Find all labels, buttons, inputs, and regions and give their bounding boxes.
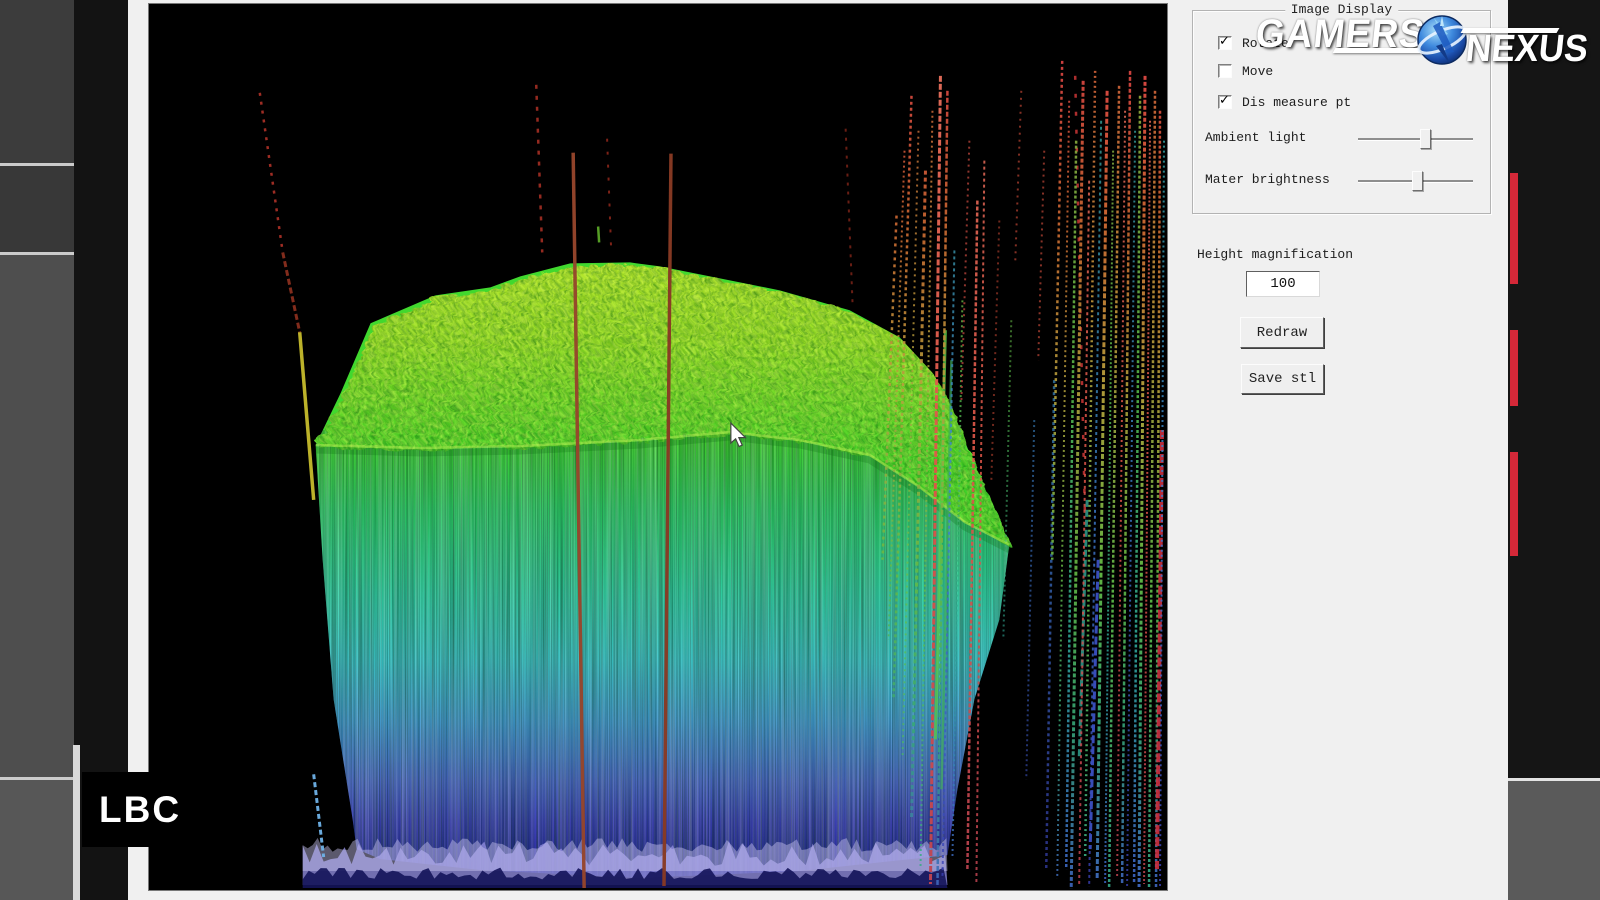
left-rail-segment (0, 166, 74, 252)
lbc-badge-text: LBC (99, 789, 181, 831)
slider-thumb[interactable] (1412, 171, 1423, 191)
viewport-3d[interactable] (148, 3, 1168, 891)
check-icon: ✓ (1219, 93, 1230, 108)
left-rail-segment (0, 780, 74, 900)
image-display-group-title: Image Display (1285, 2, 1398, 17)
left-rail-divider (0, 252, 74, 255)
dome-surface (296, 250, 1030, 889)
right-rail-red-accent (1510, 452, 1518, 556)
right-rail-red-accent (1510, 173, 1518, 284)
height-magnification-label: Height magnification (1197, 247, 1353, 262)
checkbox-label: Rotate (1242, 36, 1289, 51)
screen: Image Display ✓ Rotate Move ✓ Dis measure pt… (0, 0, 1600, 900)
height-magnification-input[interactable] (1246, 271, 1320, 297)
checkbox-box[interactable] (1218, 64, 1232, 78)
checkbox-box[interactable]: ✓ (1218, 36, 1232, 50)
right-rail (1508, 0, 1600, 900)
left-divider-line (73, 745, 80, 900)
slider-label: Mater brightness (1205, 172, 1330, 187)
surface-plot[interactable] (149, 4, 1167, 890)
redraw-button[interactable]: Redraw (1240, 317, 1324, 348)
slider-track-ambient-light[interactable] (1358, 138, 1473, 141)
checkbox-move[interactable]: Move (1218, 63, 1273, 79)
left-rail-divider (0, 777, 74, 780)
left-rail-segment (0, 255, 74, 777)
right-rail-red-accent (1510, 330, 1518, 406)
left-rail (0, 0, 74, 900)
check-icon: ✓ (1219, 34, 1230, 49)
left-rail-divider (0, 163, 74, 166)
slider-thumb[interactable] (1420, 129, 1431, 149)
left-rail-segment (0, 0, 74, 163)
save-stl-button[interactable]: Save stl (1241, 364, 1324, 394)
lbc-badge: LBC (82, 772, 287, 847)
right-rail-bottom (1508, 781, 1600, 900)
left-black-column (74, 0, 128, 900)
checkbox-rotate[interactable]: ✓ Rotate (1218, 35, 1289, 51)
checkbox-label: Dis measure pt (1242, 95, 1351, 110)
checkbox-dis-measure-pt[interactable]: ✓ Dis measure pt (1218, 94, 1351, 110)
checkbox-label: Move (1242, 64, 1273, 79)
slider-label: Ambient light (1205, 130, 1306, 145)
checkbox-box[interactable]: ✓ (1218, 95, 1232, 109)
